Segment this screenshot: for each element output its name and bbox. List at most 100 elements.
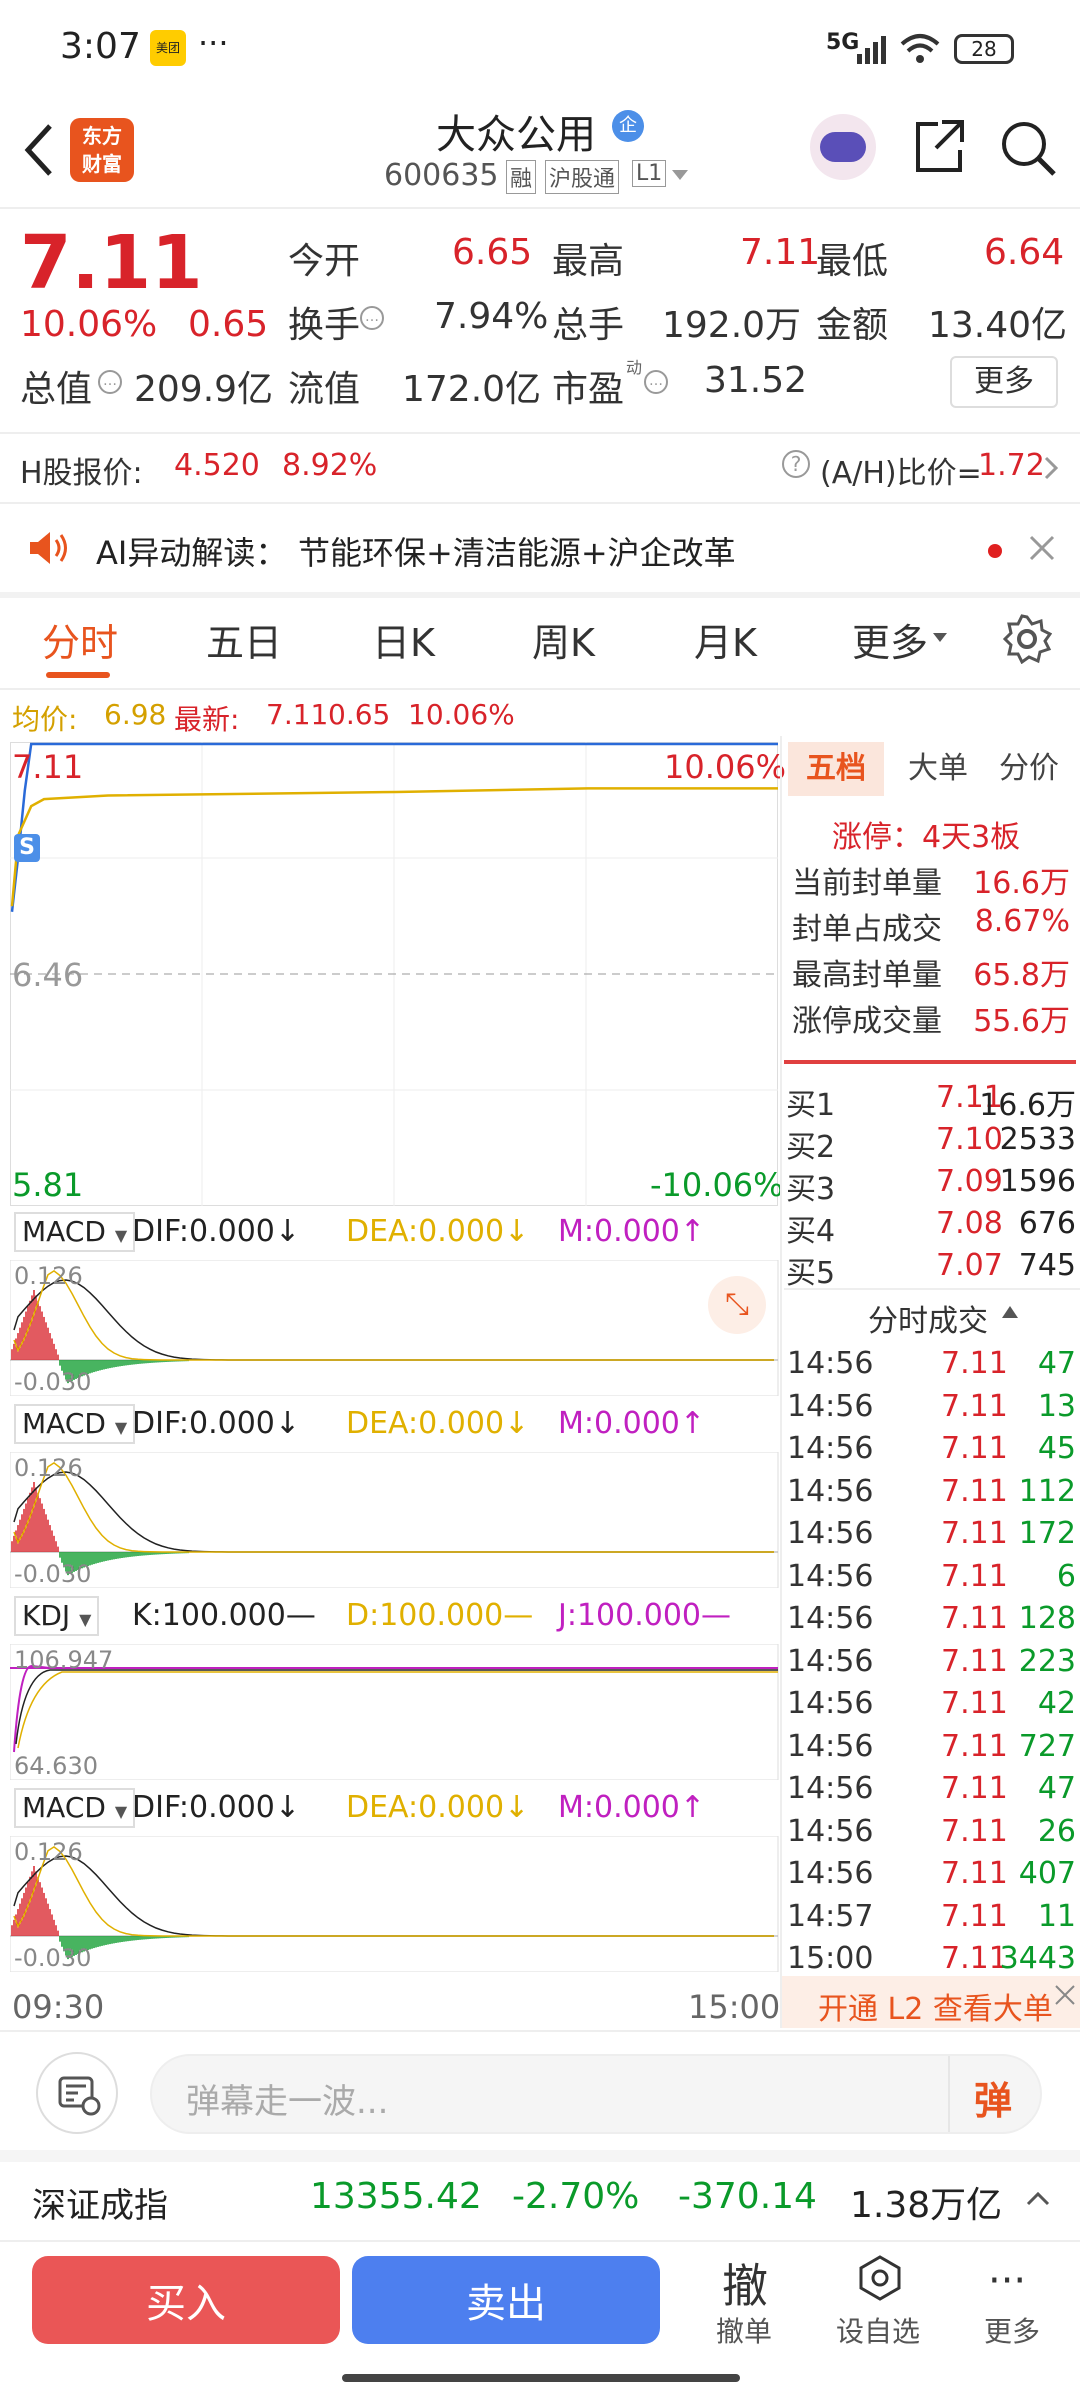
axis-end-time: 15:00 <box>688 1988 781 2026</box>
chevron-up-icon[interactable] <box>1026 2190 1050 2206</box>
limit-divider <box>784 1060 1076 1064</box>
tab-intraday[interactable]: 分时 <box>42 612 118 667</box>
h-share-label: H股报价: <box>20 456 143 491</box>
ai-robot-icon[interactable] <box>810 114 876 180</box>
level-badge: L1 <box>632 160 667 187</box>
trade-row: 14:56 7.11 727 <box>783 1729 1080 1771</box>
market-cap-value: 209.9亿 <box>134 369 274 410</box>
trade-price: 7.11 <box>941 1473 1008 1509</box>
index-ticker[interactable]: 深证成指 13355.42 -2.70% -370.14 1.38万亿 <box>0 2162 1080 2238</box>
trade-price: 7.11 <box>941 1558 1008 1594</box>
buy-button[interactable]: 买入 <box>32 2256 340 2344</box>
bid-level-label: 买5 <box>786 1256 836 1291</box>
h-share-row[interactable]: H股报价: 4.520 8.92% ? (A/H)比价= 1.72 <box>0 434 1080 502</box>
sort-up-icon[interactable] <box>1000 1304 1020 1320</box>
share-icon[interactable] <box>908 118 968 178</box>
intraday-chart[interactable] <box>10 742 778 1206</box>
macd-chart[interactable] <box>10 1836 780 1972</box>
bid-volume: 2533 <box>999 1122 1076 1157</box>
indicator-selector[interactable]: MACD ▼ <box>14 1212 136 1252</box>
more-dots-icon: ··· <box>988 2258 1027 2304</box>
indicator-value-d: D:100.000— <box>346 1598 534 1633</box>
settings-icon[interactable] <box>1002 614 1052 664</box>
trade-time: 14:56 <box>787 1473 874 1509</box>
trade-volume: 26 <box>1037 1813 1076 1849</box>
tab-daily-k[interactable]: 日K <box>372 612 435 667</box>
tab-price-dist[interactable]: 分价 <box>984 742 1074 796</box>
info-icon[interactable]: … <box>360 306 384 330</box>
meituan-app-icon: 美团 <box>150 30 186 66</box>
trade-row: 14:56 7.11 128 <box>783 1601 1080 1643</box>
kdj-chart[interactable] <box>10 1644 780 1780</box>
ai-banner[interactable]: AI异动解读： 节能环保+清洁能源+沪企改革 <box>0 504 1080 592</box>
trade-price: 7.11 <box>941 1771 1008 1806</box>
l2-promo[interactable]: 开通 L2 查看大单 <box>782 1976 1080 2028</box>
indicator-value-dif: DIF:0.000↓ <box>132 1406 301 1441</box>
bid-price[interactable]: 7.10 <box>936 1122 1003 1157</box>
trades-title[interactable]: 分时成交 <box>868 1296 988 1340</box>
add-favorite-button[interactable]: 设自选 <box>832 2250 928 2350</box>
last-pct: 10.06% <box>408 698 515 731</box>
tab-big-orders[interactable]: 大单 <box>898 742 978 796</box>
sell-button[interactable]: 卖出 <box>352 2256 660 2344</box>
help-icon[interactable]: ? <box>782 450 810 478</box>
more-button[interactable]: 更多 <box>950 356 1058 408</box>
search-icon[interactable] <box>998 118 1058 178</box>
ai-banner-text: 节能环保+清洁能源+沪企改革 <box>298 534 736 572</box>
turnover-label: 换手 <box>288 305 361 346</box>
quote-panel: 7.11 10.06% 0.65 今开 6.65 最高 7.11 最低 6.64… <box>0 208 1080 434</box>
trade-price: 7.11 <box>941 1813 1008 1849</box>
trade-row: 14:56 7.11 47 <box>783 1346 1080 1388</box>
more-actions-button[interactable]: ··· 更多 <box>966 2250 1062 2350</box>
trade-volume: 112 <box>1018 1473 1076 1509</box>
info-icon[interactable]: … <box>644 370 668 394</box>
expand-icon[interactable]: ⤡ <box>708 1276 766 1334</box>
indicator-selector[interactable]: MACD ▼ <box>14 1788 136 1828</box>
dropdown-icon[interactable] <box>670 168 690 182</box>
trade-time: 14:56 <box>787 1643 874 1679</box>
danmu-settings-button[interactable] <box>36 2052 118 2134</box>
close-icon[interactable] <box>1028 534 1056 562</box>
cancel-order-button[interactable]: 撤 撤单 <box>700 2250 796 2350</box>
indicator-value-m: M:0.000↑ <box>558 1214 706 1249</box>
index-name: 深证成指 <box>32 2186 168 2226</box>
pe-label: 市盈 <box>552 369 625 410</box>
danmu-input[interactable]: 弹幕走一波... 弹 <box>150 2054 1042 2134</box>
bid-price[interactable]: 7.09 <box>936 1164 1003 1199</box>
chart-top-price: 7.11 <box>12 748 84 786</box>
tab-five-day[interactable]: 五日 <box>206 612 282 667</box>
stock-name: 大众公用 <box>436 112 596 158</box>
danmu-toggle-icon[interactable]: 弹 <box>974 2070 1012 2125</box>
trade-volume: 223 <box>1018 1643 1076 1679</box>
info-icon[interactable]: … <box>98 370 122 394</box>
bid-price[interactable]: 7.07 <box>936 1248 1003 1283</box>
bid-price[interactable]: 7.08 <box>936 1206 1003 1241</box>
tab-more[interactable]: 更多 <box>852 612 928 667</box>
tab-five-levels[interactable]: 五档 <box>788 742 884 796</box>
tab-indicator <box>46 672 110 678</box>
margin-badge: 融 <box>506 160 537 194</box>
chart-bottom-price: 5.81 <box>12 1166 84 1204</box>
trade-volume: 47 <box>1037 1771 1076 1806</box>
eastmoney-logo[interactable]: 东方 财富 <box>70 118 134 182</box>
macd-chart[interactable] <box>10 1260 780 1396</box>
bid-volume: 1596 <box>999 1164 1076 1199</box>
last-label: 最新: <box>174 703 240 736</box>
sell-marker[interactable]: S <box>14 834 40 862</box>
dea-line <box>13 1461 774 1553</box>
k-line <box>15 1669 778 1745</box>
indicator-selector[interactable]: MACD ▼ <box>14 1404 136 1444</box>
tab-more-dropdown-icon[interactable] <box>932 632 948 644</box>
tab-monthly-k[interactable]: 月K <box>694 612 757 667</box>
indicator-selector[interactable]: KDJ ▼ <box>14 1596 100 1636</box>
macd-bottom-label: -0.030 <box>14 1560 92 1588</box>
low-label: 最低 <box>816 241 889 282</box>
battery-icon: 28 <box>954 34 1014 64</box>
back-icon[interactable] <box>22 122 58 178</box>
last-price: 7.11 <box>20 220 203 306</box>
bid-volume: 745 <box>1018 1248 1076 1283</box>
close-icon[interactable] <box>1054 1984 1076 2006</box>
trade-volume: 13 <box>1037 1388 1076 1424</box>
tab-weekly-k[interactable]: 周K <box>532 612 595 667</box>
macd-chart[interactable] <box>10 1452 780 1588</box>
